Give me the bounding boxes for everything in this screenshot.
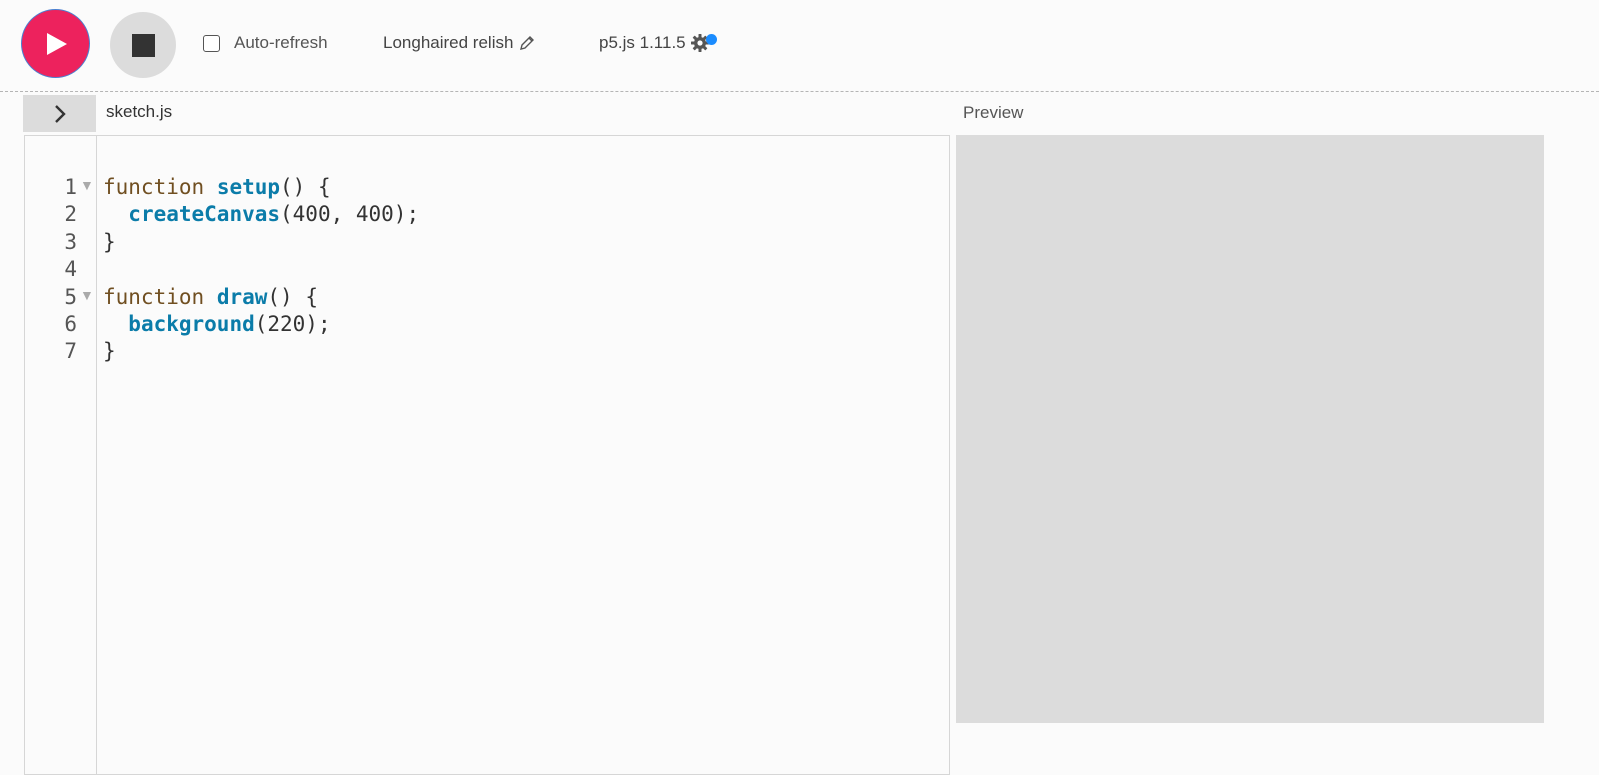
line-number: 2 (64, 202, 77, 227)
code-line: function setup() { (103, 174, 419, 201)
sidebar-toggle-button[interactable] (23, 95, 96, 132)
fold-arrow-icon[interactable]: ▼ (80, 287, 94, 303)
stop-button[interactable] (110, 12, 176, 78)
code-token: setup (216, 175, 281, 199)
line-number: 3 (64, 229, 77, 254)
code-token: } (103, 339, 116, 364)
code-line: createCanvas(400, 400); (103, 201, 419, 228)
line-number: 1 (64, 175, 77, 199)
update-notification-dot (706, 34, 717, 45)
line-number: 5 (64, 284, 77, 309)
sketch-name-label: Longhaired relish (383, 33, 514, 52)
auto-refresh-label: Auto-refresh (234, 33, 328, 52)
version-label: p5.js 1.11.5 (599, 33, 686, 52)
play-button[interactable] (22, 10, 89, 77)
code-token: () { (280, 175, 331, 199)
chevron-right-icon (54, 104, 66, 123)
line-number: 7 (64, 339, 77, 364)
code-token: (220); (254, 311, 331, 336)
file-tab-name: sketch.js (106, 102, 173, 121)
code-token: (400, 400); (280, 202, 420, 227)
code-token: background (128, 311, 255, 336)
version-selector[interactable]: p5.js 1.11.5 (599, 33, 710, 53)
preview-canvas[interactable] (956, 135, 1544, 723)
code-token: function (103, 175, 205, 199)
play-icon (46, 32, 67, 55)
auto-refresh-toggle[interactable]: Auto-refresh (203, 33, 328, 53)
stop-icon (131, 33, 155, 57)
code-line: } (103, 338, 419, 365)
code-token: () { (267, 284, 318, 309)
code-editor[interactable]: 1 ▼ 2 3 4 5 ▼ 6 7 function setup() { createCanva… (24, 135, 950, 775)
code-token: } (103, 229, 116, 254)
pencil-icon[interactable] (519, 35, 535, 51)
code-line: } (103, 229, 419, 256)
fold-arrow-icon[interactable]: ▼ (80, 177, 94, 193)
code-token: function (103, 284, 205, 309)
sketch-name[interactable]: Longhaired relish (383, 33, 535, 53)
line-number-gutter: 1 ▼ 2 3 4 5 ▼ 6 7 (25, 136, 97, 774)
line-number: 6 (64, 312, 77, 336)
auto-refresh-checkbox[interactable] (203, 34, 220, 52)
toolbar: Auto-refresh Longhaired relish p5.js 1.1… (0, 0, 1599, 92)
code-token: createCanvas (128, 202, 281, 227)
code-line: background(220); (103, 311, 419, 338)
preview-label: Preview (963, 103, 1024, 122)
code-token: draw (216, 284, 268, 309)
code-line: function draw() { (103, 284, 419, 311)
line-number: 4 (64, 257, 77, 282)
code-content[interactable]: function setup() { createCanvas(400, 400… (103, 174, 419, 366)
